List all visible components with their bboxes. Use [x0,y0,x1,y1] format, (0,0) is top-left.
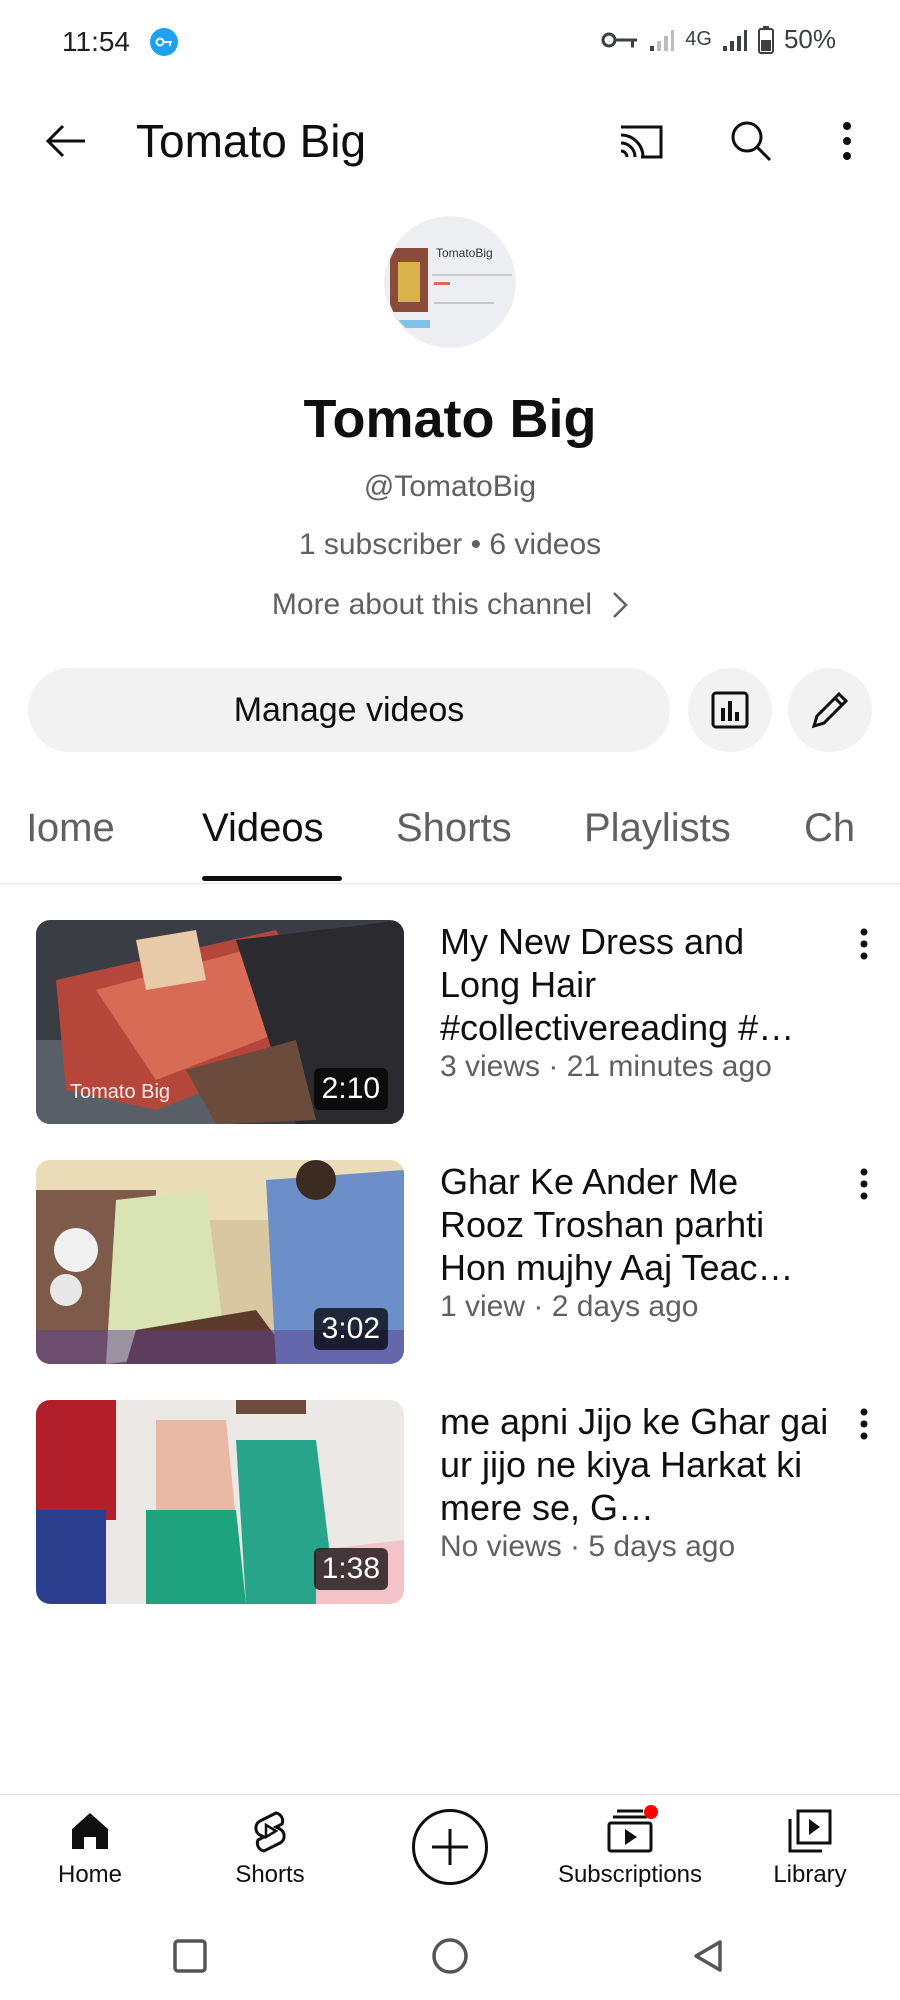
analytics-button[interactable] [688,668,772,752]
back-system-button[interactable] [686,1934,730,1978]
more-about-label: More about this channel [271,588,593,621]
cast-icon [620,125,663,159]
nav-library-label: Library [773,1861,847,1888]
vpn-key-icon [150,28,178,56]
video-item[interactable]: 3:02 Ghar Ke Ander Me Rooz Troshan parht… [0,1160,900,1364]
app-bar: Tomato Big [0,96,900,186]
pencil-icon [811,691,849,729]
video-meta: No views · 5 days ago [440,1530,736,1563]
vpn-key-status-icon [601,30,639,50]
tab-videos[interactable]: Videos [202,806,324,851]
tab-channels[interactable]: Ch [804,806,855,851]
status-time: 11:54 [62,26,130,57]
video-thumbnail[interactable]: 1:38 [36,1400,404,1604]
nav-home-label: Home [57,1861,123,1888]
signal-icon [649,28,675,52]
status-bar: 11:54 4G 50% [0,0,900,84]
video-title[interactable]: My New Dress and Long Hair #collectivere… [440,920,830,1049]
create-button[interactable] [412,1809,488,1885]
notification-dot [644,1805,658,1819]
video-duration: 2:10 [313,1068,388,1110]
video-menu-button[interactable] [846,1160,882,1208]
active-tab-indicator [202,876,342,881]
edit-channel-button[interactable] [788,668,872,752]
cast-button[interactable] [612,112,670,170]
battery-percent: 50% [783,24,836,54]
more-vert-icon [860,1168,868,1200]
video-menu-button[interactable] [846,1400,882,1448]
thumbnail-watermark: Tomato Big [70,1081,171,1103]
video-title[interactable]: Ghar Ke Ander Me Rooz Troshan parhti Hon… [440,1160,830,1289]
network-type: 4G [685,28,712,50]
video-item[interactable]: 1:38 me apni Jijo ke Ghar gai ur jijo ne… [0,1400,900,1604]
video-meta: 3 views · 21 minutes ago [440,1050,772,1083]
channel-avatar[interactable]: TomatoBig [384,216,516,348]
more-vert-icon [860,1408,868,1440]
nav-shorts[interactable]: Shorts [190,1809,350,1889]
back-button[interactable] [36,112,94,170]
recents-icon [173,1939,207,1973]
channel-name: Tomato Big [303,389,597,449]
triangle-back-icon [694,1940,722,1972]
nav-subscriptions[interactable]: Subscriptions [550,1805,710,1889]
video-menu-button[interactable] [846,920,882,968]
recents-button[interactable] [168,1934,212,1978]
manage-videos-button[interactable]: Manage videos [28,668,670,752]
tab-home[interactable]: Home [24,806,115,851]
tab-home-label: Home [8,806,115,850]
signal-icon-2 [722,28,748,52]
video-thumbnail[interactable]: Tomato Big 2:10 [36,920,404,1124]
video-duration: 3:02 [313,1308,388,1350]
avatar-text: TomatoBig [436,246,493,260]
more-about-channel-link[interactable]: More about this channel [0,588,900,622]
video-meta: 1 view · 2 days ago [440,1290,699,1323]
subscriptions-icon-wrap [600,1805,660,1853]
video-duration: 1:38 [313,1548,388,1590]
circle-home-icon [432,1938,468,1974]
page-title: Tomato Big [136,115,367,167]
nav-subscriptions-label: Subscriptions [557,1861,703,1888]
channel-handle: @TomatoBig [363,470,537,503]
battery-icon [757,25,774,54]
system-navigation [0,1910,900,2000]
search-icon [731,121,772,162]
nav-library[interactable]: Library [730,1809,890,1889]
arrow-left-icon [45,124,85,158]
video-item[interactable]: Tomato Big 2:10 My New Dress and Long Ha… [0,920,900,1124]
analytics-icon [711,691,749,729]
more-options-button[interactable] [822,112,872,170]
plus-icon [432,1829,468,1865]
home-system-button[interactable] [428,1934,472,1978]
shorts-icon [254,1811,286,1853]
more-vert-icon [860,928,868,960]
more-vert-icon [843,122,851,160]
search-button[interactable] [722,112,780,170]
home-icon [72,1813,108,1849]
channel-tabs: Home Videos Shorts Playlists Ch [0,798,900,884]
status-indicators: 4G 50% [601,24,836,55]
bottom-navigation: Home Shorts Subscriptions Library [0,1794,900,1910]
video-thumbnail[interactable]: 3:02 [36,1160,404,1364]
tab-playlists[interactable]: Playlists [584,806,731,851]
channel-stats: 1 subscriber • 6 videos [298,528,602,561]
tab-shorts[interactable]: Shorts [396,806,512,851]
nav-shorts-label: Shorts [235,1861,305,1888]
video-title[interactable]: me apni Jijo ke Ghar gai ur jijo ne kiya… [440,1400,830,1529]
chevron-right-icon [613,592,628,618]
nav-home[interactable]: Home [10,1809,170,1889]
library-icon [788,1809,832,1853]
